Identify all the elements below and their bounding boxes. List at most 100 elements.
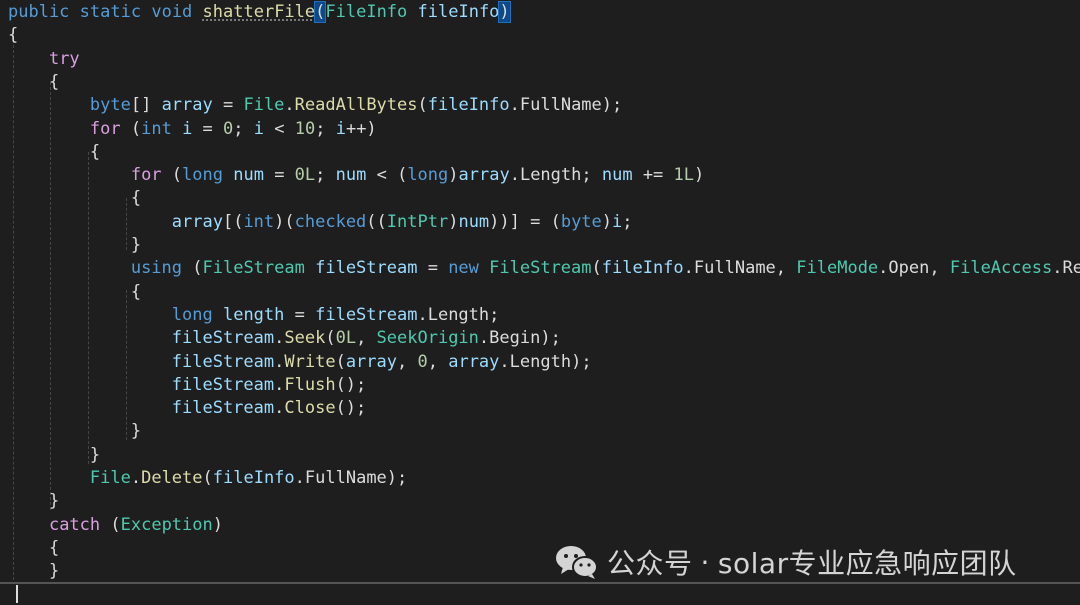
- code-token: (: [325, 328, 336, 349]
- code-token: .: [130, 468, 142, 488]
- code-line[interactable]: catch (Exception): [8, 514, 223, 537]
- code-token: public: [8, 2, 70, 22]
- code-token: Length: [509, 351, 572, 372]
- code-token: (: [100, 514, 121, 535]
- code-token: =: [192, 118, 224, 139]
- code-token: File: [243, 95, 285, 116]
- code-line[interactable]: try: [8, 48, 80, 71]
- code-token: {: [8, 71, 60, 92]
- code-line[interactable]: fileStream.Close();: [8, 397, 367, 420]
- code-line[interactable]: {: [8, 281, 141, 304]
- code-token: ,: [356, 328, 377, 349]
- code-token: .: [683, 258, 694, 279]
- code-token: for: [89, 118, 121, 139]
- code-token: FileStream: [489, 258, 592, 279]
- code-token: ((: [366, 211, 387, 232]
- code-line[interactable]: for (int i = 0; i < 10; i++): [8, 118, 377, 141]
- code-token: int: [243, 211, 275, 232]
- code-line[interactable]: array[(int)(checked((IntPtr)num))] = (by…: [8, 211, 633, 234]
- code-token: IntPtr: [386, 211, 449, 232]
- code-token: }: [8, 444, 101, 465]
- code-token: =: [417, 258, 449, 279]
- code-token: 0L: [294, 165, 316, 186]
- code-token: fileInfo: [417, 2, 500, 22]
- code-token: i: [335, 118, 346, 139]
- code-token: FileAccess: [949, 258, 1053, 279]
- code-token: ReadWrite: [1062, 258, 1080, 279]
- code-line[interactable]: fileStream.Flush();: [8, 374, 367, 397]
- code-token: [(: [222, 211, 244, 232]
- watermark-account-name: solar专业应急响应团队: [717, 547, 1017, 580]
- code-line[interactable]: public static void shatterFile(FileInfo …: [8, 1, 511, 24]
- code-token: Seek: [284, 328, 326, 349]
- code-token: Length: [427, 304, 490, 325]
- code-token: .: [878, 258, 889, 279]
- code-line[interactable]: for (long num = 0L; num < (long)array.Le…: [8, 164, 704, 187]
- code-token: ++): [345, 118, 377, 139]
- code-token: )(: [274, 211, 295, 232]
- code-token: ,: [929, 258, 950, 279]
- code-token: (: [202, 468, 213, 488]
- code-token: new: [448, 258, 479, 279]
- code-token: array: [345, 351, 397, 372]
- code-token: ;: [315, 165, 336, 186]
- code-token: }: [8, 561, 60, 582]
- code-line[interactable]: {: [8, 141, 100, 164]
- code-token: fileInfo: [212, 468, 295, 488]
- code-token: fileStream: [171, 328, 275, 349]
- code-token: Length: [519, 165, 582, 186]
- code-line[interactable]: byte[] array = File.ReadAllBytes(fileInf…: [8, 94, 622, 117]
- code-line[interactable]: {: [8, 187, 141, 210]
- code-token: void: [151, 2, 193, 22]
- code-token: .: [294, 468, 305, 488]
- code-token: Exception: [120, 514, 213, 535]
- code-token: checked: [294, 211, 367, 232]
- code-line[interactable]: fileStream.Seek(0L, SeekOrigin.Begin);: [8, 327, 561, 350]
- code-line[interactable]: }: [8, 234, 141, 257]
- code-token: (: [335, 351, 346, 372]
- code-token: .: [284, 95, 295, 116]
- code-token: array: [448, 351, 500, 372]
- code-line[interactable]: {: [8, 71, 59, 94]
- code-token: {: [8, 188, 142, 209]
- code-token: ;: [489, 304, 500, 325]
- code-token: num: [233, 165, 264, 186]
- code-token: }: [8, 235, 142, 255]
- code-token: shatterFile: [202, 2, 316, 22]
- code-line[interactable]: using (FileStream fileStream = new FileS…: [8, 257, 1080, 280]
- code-token: ): [498, 1, 511, 23]
- code-line[interactable]: }: [8, 444, 100, 467]
- text-caret: [16, 585, 18, 603]
- code-line[interactable]: }: [8, 420, 141, 443]
- code-token: {: [8, 25, 19, 46]
- code-token: num: [601, 165, 633, 186]
- code-line[interactable]: fileStream.Write(array, 0, array.Length)…: [8, 351, 592, 374]
- code-token: length: [222, 304, 285, 325]
- code-token: .: [499, 351, 510, 372]
- code-token: .: [274, 398, 285, 419]
- code-line[interactable]: File.Delete(fileInfo.FullName);: [8, 467, 407, 490]
- code-token: Begin: [489, 328, 541, 349]
- code-line[interactable]: }: [8, 490, 59, 513]
- code-token: ): [448, 165, 459, 186]
- code-line[interactable]: long length = fileStream.Length;: [8, 304, 500, 327]
- code-token: []: [130, 95, 162, 116]
- code-token: .: [478, 328, 490, 349]
- code-token: {: [8, 141, 101, 162]
- code-editor[interactable]: public static void shatterFile(FileInfo …: [0, 0, 1080, 582]
- code-token: 0: [417, 351, 428, 372]
- code-token: +=: [632, 165, 674, 186]
- code-line[interactable]: }: [8, 560, 59, 582]
- code-token: Flush: [284, 374, 336, 395]
- code-token: FileInfo: [325, 2, 408, 22]
- code-line[interactable]: {: [8, 537, 59, 560]
- code-line[interactable]: {: [8, 24, 18, 47]
